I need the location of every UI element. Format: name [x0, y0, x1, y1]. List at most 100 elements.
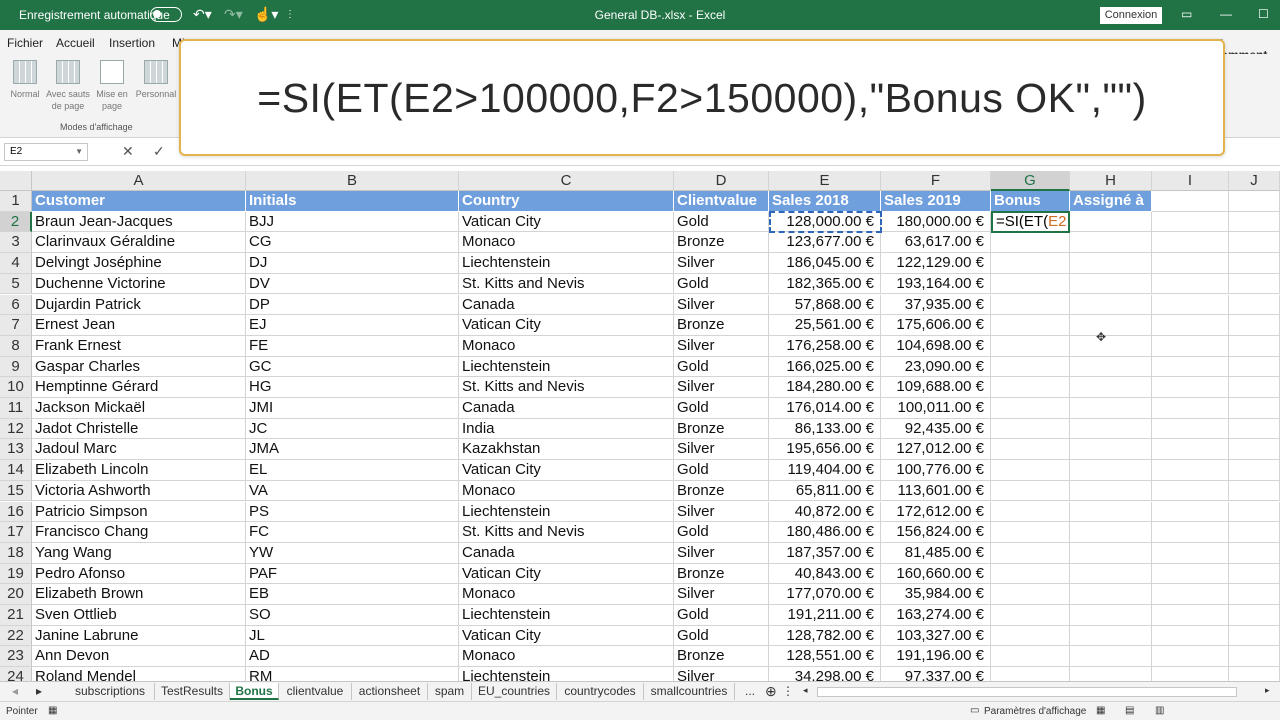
empty-cell[interactable] [1070, 273, 1152, 295]
empty-cell[interactable] [1152, 460, 1229, 481]
table-cell[interactable]: Bronze [674, 563, 769, 585]
table-cell[interactable]: Gaspar Charles [32, 356, 246, 378]
empty-cell[interactable] [1229, 439, 1280, 461]
row-header[interactable]: 11 [0, 398, 32, 419]
table-cell[interactable]: JMA [246, 439, 459, 461]
table-cell[interactable]: 191,196.00 € [881, 646, 991, 668]
table-cell[interactable]: YW [246, 542, 459, 564]
table-cell[interactable]: 156,824.00 € [881, 522, 991, 543]
empty-cell[interactable] [1152, 315, 1229, 336]
empty-cell[interactable] [991, 563, 1070, 585]
table-cell[interactable]: 119,404.00 € [769, 460, 881, 481]
table-header-cell[interactable]: Country [459, 191, 674, 212]
empty-cell[interactable] [991, 294, 1070, 316]
empty-cell[interactable] [1152, 273, 1229, 295]
table-cell[interactable]: 122,129.00 € [881, 253, 991, 274]
table-cell[interactable]: 177,070.00 € [769, 584, 881, 605]
empty-cell[interactable] [1070, 294, 1152, 316]
table-cell[interactable]: Pedro Afonso [32, 563, 246, 585]
table-cell[interactable]: EL [246, 460, 459, 481]
table-cell[interactable]: SO [246, 605, 459, 626]
table-cell[interactable]: Silver [674, 501, 769, 523]
row-header[interactable]: 9 [0, 356, 32, 378]
signin-button[interactable]: Connexion [1100, 7, 1162, 24]
row-header[interactable]: 17 [0, 522, 32, 543]
table-header-cell[interactable]: Assigné à [1070, 191, 1152, 212]
table-cell[interactable]: 109,688.00 € [881, 377, 991, 398]
more-sheets-button[interactable]: ... [739, 683, 761, 700]
empty-cell[interactable] [991, 542, 1070, 564]
table-header-cell[interactable]: Bonus [991, 191, 1070, 212]
table-cell[interactable]: Monaco [459, 232, 674, 254]
table-cell[interactable]: Canada [459, 398, 674, 419]
empty-cell[interactable] [1070, 335, 1152, 357]
row-header[interactable]: 22 [0, 625, 32, 647]
table-cell[interactable]: 176,014.00 € [769, 398, 881, 419]
column-header-b[interactable]: B [246, 171, 459, 191]
empty-cell[interactable] [1229, 418, 1280, 440]
table-cell[interactable]: EB [246, 584, 459, 605]
page-break-view-icon[interactable]: ▥ [1155, 705, 1164, 716]
table-header-cell[interactable]: Initials [246, 191, 459, 212]
empty-cell[interactable] [991, 625, 1070, 647]
table-cell[interactable]: 128,551.00 € [769, 646, 881, 668]
empty-cell[interactable] [1229, 191, 1280, 212]
empty-cell[interactable] [1070, 315, 1152, 336]
empty-cell[interactable] [1229, 335, 1280, 357]
empty-cell[interactable] [1070, 377, 1152, 398]
empty-cell[interactable] [1070, 625, 1152, 647]
table-cell[interactable]: Bronze [674, 232, 769, 254]
table-cell[interactable]: Monaco [459, 335, 674, 357]
table-cell[interactable]: Jackson Mickaël [32, 398, 246, 419]
table-header-cell[interactable]: Sales 2018 [769, 191, 881, 212]
empty-cell[interactable] [991, 460, 1070, 481]
sheet-tab-subscriptions[interactable]: subscriptions [66, 683, 155, 700]
table-cell[interactable]: Bronze [674, 315, 769, 336]
table-cell[interactable]: 37,935.00 € [881, 294, 991, 316]
empty-cell[interactable] [991, 377, 1070, 398]
scroll-left-icon[interactable]: ◂ [803, 685, 808, 696]
add-sheet-icon[interactable]: ⊕ [765, 683, 777, 700]
sheet-tab-eu-countries[interactable]: EU_countries [472, 683, 557, 700]
empty-cell[interactable] [1229, 584, 1280, 605]
row-header[interactable]: 20 [0, 584, 32, 605]
table-cell[interactable]: 103,327.00 € [881, 625, 991, 647]
column-header-c[interactable]: C [459, 171, 674, 191]
table-cell[interactable]: 186,045.00 € [769, 253, 881, 274]
row-header[interactable]: 4 [0, 253, 32, 274]
empty-cell[interactable] [1229, 605, 1280, 626]
tab-options-icon[interactable]: ⋮ [782, 684, 794, 698]
table-cell[interactable]: 113,601.00 € [881, 480, 991, 502]
table-cell[interactable]: Silver [674, 294, 769, 316]
table-cell[interactable]: Liechtenstein [459, 501, 674, 523]
table-cell[interactable]: PS [246, 501, 459, 523]
sheet-tab-actionsheet[interactable]: actionsheet [352, 683, 428, 700]
empty-cell[interactable] [1152, 398, 1229, 419]
table-cell[interactable]: Victoria Ashworth [32, 480, 246, 502]
empty-cell[interactable] [1229, 398, 1280, 419]
empty-cell[interactable] [1152, 356, 1229, 378]
empty-cell[interactable] [991, 253, 1070, 274]
table-cell[interactable]: St. Kitts and Nevis [459, 377, 674, 398]
table-cell[interactable]: Silver [674, 335, 769, 357]
view-custom-button[interactable]: Personnal [132, 60, 180, 100]
empty-cell[interactable] [1229, 542, 1280, 564]
column-header-e[interactable]: E [769, 171, 881, 191]
empty-cell[interactable] [991, 418, 1070, 440]
table-cell[interactable]: Silver [674, 377, 769, 398]
table-cell[interactable]: Liechtenstein [459, 356, 674, 378]
empty-cell[interactable] [1070, 232, 1152, 254]
table-cell[interactable]: St. Kitts and Nevis [459, 273, 674, 295]
table-cell[interactable]: FE [246, 335, 459, 357]
sheet-tab-smallcountries[interactable]: smallcountries [644, 683, 735, 700]
row-header[interactable]: 23 [0, 646, 32, 668]
table-cell[interactable]: JMI [246, 398, 459, 419]
macro-record-icon[interactable]: ▦ [48, 705, 57, 716]
table-cell[interactable]: 195,656.00 € [769, 439, 881, 461]
table-cell[interactable]: Silver [674, 584, 769, 605]
ribbon-display-icon[interactable]: ▭ [1181, 7, 1192, 21]
empty-cell[interactable] [1229, 273, 1280, 295]
menu-accueil[interactable]: Accueil [56, 36, 95, 50]
table-cell[interactable]: Elizabeth Lincoln [32, 460, 246, 481]
table-cell[interactable]: 123,677.00 € [769, 232, 881, 254]
